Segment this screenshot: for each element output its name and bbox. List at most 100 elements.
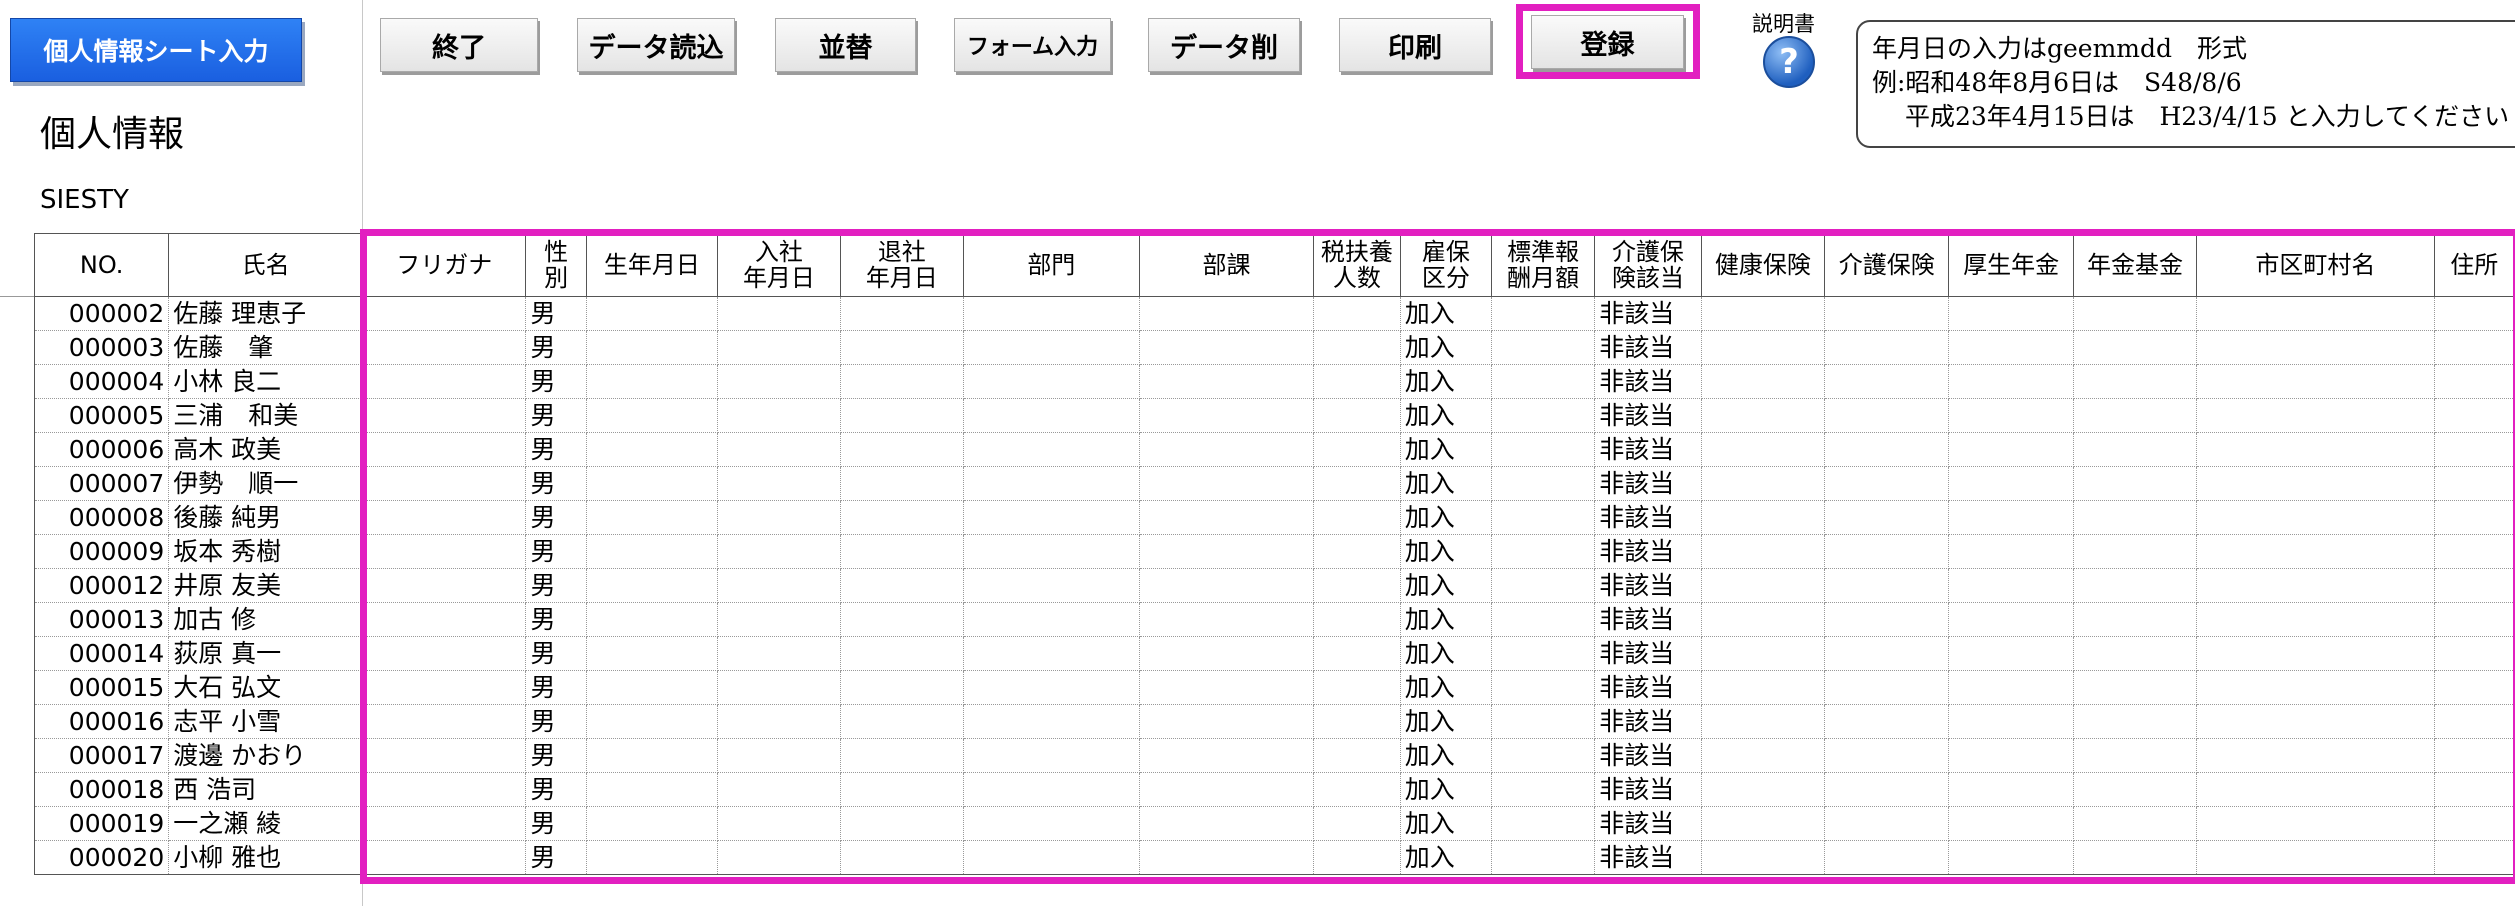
cell-pension-fund[interactable]	[2072, 534, 2198, 569]
cell-health-ins[interactable]	[1700, 772, 1826, 807]
cell-no[interactable]: 000020	[33, 840, 170, 875]
cell-employment-ins[interactable]: 加入	[1399, 364, 1492, 399]
cell-pension[interactable]	[1948, 670, 2074, 705]
cell-city[interactable]	[2196, 296, 2435, 331]
cell-employment-ins[interactable]: 加入	[1399, 296, 1492, 331]
cell-leave-date[interactable]	[839, 670, 964, 705]
table-row[interactable]: 000007 伊勢 順一 男 加入 非該当	[33, 466, 2515, 501]
cell-furigana[interactable]	[361, 568, 527, 603]
cell-department[interactable]	[962, 602, 1140, 637]
table-row[interactable]: 000012 井原 友美 男 加入 非該当	[33, 568, 2515, 603]
cell-health-ins[interactable]	[1700, 432, 1826, 467]
cell-section[interactable]	[1138, 534, 1315, 569]
cell-section[interactable]	[1138, 432, 1315, 467]
cell-address[interactable]	[2433, 398, 2515, 433]
cell-name[interactable]: 西 浩司	[168, 772, 363, 807]
cell-care-ins-eligible[interactable]: 非該当	[1594, 432, 1702, 467]
cell-care-ins-eligible[interactable]: 非該当	[1594, 534, 1702, 569]
cell-section[interactable]	[1138, 704, 1315, 739]
cell-health-ins[interactable]	[1700, 738, 1826, 773]
cell-no[interactable]: 000004	[33, 364, 170, 399]
cell-section[interactable]	[1138, 670, 1315, 705]
cell-dependents[interactable]	[1313, 704, 1401, 739]
cell-furigana[interactable]	[361, 432, 527, 467]
cell-dependents[interactable]	[1313, 840, 1401, 875]
cell-hire-date[interactable]	[717, 636, 841, 671]
cell-pension[interactable]	[1948, 296, 2074, 331]
cell-care-ins[interactable]	[1824, 398, 1950, 433]
cell-employment-ins[interactable]: 加入	[1399, 466, 1492, 501]
cell-employment-ins[interactable]: 加入	[1399, 568, 1492, 603]
cell-name[interactable]: 井原 友美	[168, 568, 363, 603]
cell-health-ins[interactable]	[1700, 296, 1826, 331]
cell-sex[interactable]: 男	[525, 330, 587, 365]
cell-standard-pay[interactable]	[1490, 398, 1596, 433]
cell-leave-date[interactable]	[839, 398, 964, 433]
cell-section[interactable]	[1138, 364, 1315, 399]
cell-care-ins-eligible[interactable]: 非該当	[1594, 840, 1702, 875]
cell-care-ins-eligible[interactable]: 非該当	[1594, 364, 1702, 399]
cell-employment-ins[interactable]: 加入	[1399, 636, 1492, 671]
cell-birthdate[interactable]	[585, 330, 719, 365]
cell-address[interactable]	[2433, 534, 2515, 569]
cell-sex[interactable]: 男	[525, 432, 587, 467]
cell-name[interactable]: 大石 弘文	[168, 670, 363, 705]
cell-sex[interactable]: 男	[525, 398, 587, 433]
table-row[interactable]: 000015 大石 弘文 男 加入 非該当	[33, 670, 2515, 705]
cell-name[interactable]: 一之瀬 綾	[168, 806, 363, 841]
cell-leave-date[interactable]	[839, 602, 964, 637]
cell-no[interactable]: 000014	[33, 636, 170, 671]
cell-care-ins[interactable]	[1824, 432, 1950, 467]
cell-birthdate[interactable]	[585, 670, 719, 705]
cell-care-ins-eligible[interactable]: 非該当	[1594, 806, 1702, 841]
cell-furigana[interactable]	[361, 670, 527, 705]
cell-no[interactable]: 000019	[33, 806, 170, 841]
cell-hire-date[interactable]	[717, 772, 841, 807]
cell-name[interactable]: 渡邊 かおり	[168, 738, 363, 773]
cell-health-ins[interactable]	[1700, 704, 1826, 739]
cell-sex[interactable]: 男	[525, 704, 587, 739]
cell-furigana[interactable]	[361, 500, 527, 535]
cell-sex[interactable]: 男	[525, 500, 587, 535]
cell-department[interactable]	[962, 636, 1140, 671]
cell-health-ins[interactable]	[1700, 500, 1826, 535]
cell-hire-date[interactable]	[717, 670, 841, 705]
cell-address[interactable]	[2433, 330, 2515, 365]
cell-address[interactable]	[2433, 364, 2515, 399]
cell-care-ins[interactable]	[1824, 602, 1950, 637]
cell-hire-date[interactable]	[717, 466, 841, 501]
cell-employment-ins[interactable]: 加入	[1399, 772, 1492, 807]
cell-employment-ins[interactable]: 加入	[1399, 534, 1492, 569]
cell-dependents[interactable]	[1313, 602, 1401, 637]
cell-department[interactable]	[962, 840, 1140, 875]
cell-department[interactable]	[962, 466, 1140, 501]
cell-sex[interactable]: 男	[525, 636, 587, 671]
cell-leave-date[interactable]	[839, 636, 964, 671]
cell-furigana[interactable]	[361, 602, 527, 637]
cell-address[interactable]	[2433, 806, 2515, 841]
cell-city[interactable]	[2196, 704, 2435, 739]
cell-address[interactable]	[2433, 670, 2515, 705]
cell-dependents[interactable]	[1313, 636, 1401, 671]
cell-hire-date[interactable]	[717, 432, 841, 467]
cell-employment-ins[interactable]: 加入	[1399, 738, 1492, 773]
cell-care-ins-eligible[interactable]: 非該当	[1594, 738, 1702, 773]
cell-name[interactable]: 高木 政美	[168, 432, 363, 467]
cell-standard-pay[interactable]	[1490, 432, 1596, 467]
cell-standard-pay[interactable]	[1490, 636, 1596, 671]
cell-leave-date[interactable]	[839, 466, 964, 501]
cell-hire-date[interactable]	[717, 738, 841, 773]
cell-name[interactable]: 後藤 純男	[168, 500, 363, 535]
cell-city[interactable]	[2196, 466, 2435, 501]
cell-care-ins-eligible[interactable]: 非該当	[1594, 636, 1702, 671]
cell-standard-pay[interactable]	[1490, 840, 1596, 875]
cell-pension-fund[interactable]	[2072, 806, 2198, 841]
cell-leave-date[interactable]	[839, 296, 964, 331]
cell-city[interactable]	[2196, 840, 2435, 875]
cell-care-ins[interactable]	[1824, 534, 1950, 569]
cell-care-ins[interactable]	[1824, 806, 1950, 841]
cell-no[interactable]: 000012	[33, 568, 170, 603]
cell-birthdate[interactable]	[585, 534, 719, 569]
cell-department[interactable]	[962, 670, 1140, 705]
cell-department[interactable]	[962, 330, 1140, 365]
